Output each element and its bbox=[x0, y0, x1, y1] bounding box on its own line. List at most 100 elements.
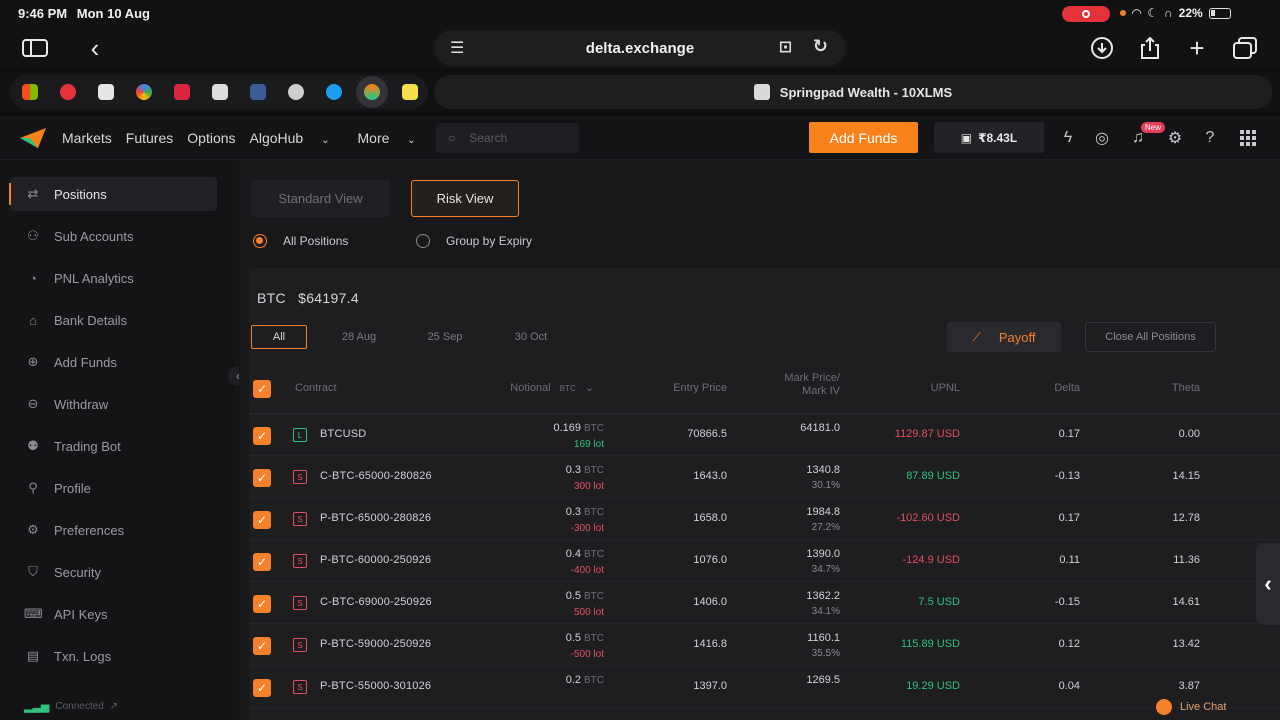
nav-futures[interactable]: Futures bbox=[126, 130, 173, 146]
nav-more[interactable]: More ⌄ bbox=[358, 130, 430, 146]
col-contract[interactable]: Contract bbox=[295, 382, 337, 395]
settings-icon[interactable]: ⚙ bbox=[1165, 128, 1185, 148]
expiry-tab-30oct[interactable]: 30 Oct bbox=[501, 325, 561, 349]
delta-tab-icon[interactable] bbox=[364, 84, 380, 100]
pinned-tab-icon[interactable] bbox=[98, 84, 114, 100]
sidebar-item-sub-accounts[interactable]: ⚇ Sub Accounts bbox=[10, 219, 217, 253]
microsoft-tab-icon[interactable] bbox=[22, 84, 38, 100]
reload-icon[interactable]: ↻ bbox=[813, 36, 828, 57]
expiry-tab-all[interactable]: All bbox=[251, 325, 307, 349]
close-all-positions-button[interactable]: Close All Positions bbox=[1085, 322, 1216, 352]
row-checkbox[interactable]: ✓ bbox=[253, 511, 271, 529]
delta-logo[interactable] bbox=[20, 128, 46, 148]
col-mark-price[interactable]: Mark Price/ Mark IV bbox=[784, 372, 840, 398]
table-row[interactable]: ✓ S C-BTC-65000-280826 0.3 BTC 300 lot 1643.0 1… bbox=[249, 456, 1280, 498]
nav-algohub[interactable]: AlgoHub ⌄ bbox=[250, 130, 344, 146]
add-funds-button[interactable]: Add Funds bbox=[809, 122, 918, 153]
youtube-tab-icon[interactable] bbox=[174, 84, 190, 100]
mark-iv: 34.1% bbox=[811, 606, 840, 617]
expand-panel-handle[interactable]: ‹ bbox=[1256, 543, 1280, 625]
table-row[interactable]: ✓ S C-BTC-69000-250926 0.5 BTC 500 lot 1406.0 1… bbox=[249, 582, 1280, 624]
table-row[interactable]: ✓ S P-BTC-59000-250926 0.5 BTC -500 lot 1416.8… bbox=[249, 624, 1280, 666]
row-checkbox[interactable]: ✓ bbox=[253, 427, 271, 445]
address-bar[interactable]: ☰ delta.exchange ⊡ ↻ bbox=[434, 30, 846, 66]
delta-value: 0.17 bbox=[1058, 428, 1080, 440]
positions-main: Standard View Risk View All Positions Gr… bbox=[239, 160, 1280, 720]
row-checkbox[interactable]: ✓ bbox=[253, 595, 271, 613]
download-icon[interactable] bbox=[1087, 33, 1117, 63]
reader-icon[interactable]: ⊡ bbox=[779, 37, 792, 57]
pinned-tab-icon[interactable] bbox=[288, 84, 304, 100]
sidebar-item-pnl-analytics[interactable]: ◔ PNL Analytics bbox=[10, 261, 217, 295]
sidebar-toggle-icon[interactable] bbox=[20, 33, 50, 63]
row-checkbox[interactable]: ✓ bbox=[253, 553, 271, 571]
payoff-button[interactable]: ⟋ Payoff bbox=[947, 322, 1061, 352]
sidebar-item-profile[interactable]: ⚲ Profile bbox=[10, 471, 217, 505]
entry-price: 1658.0 bbox=[693, 512, 727, 524]
nav-algohub-label: AlgoHub bbox=[249, 130, 304, 146]
contract-name[interactable]: C-BTC-65000-280826 bbox=[320, 470, 432, 482]
back-icon[interactable]: ‹ bbox=[80, 33, 110, 63]
page-settings-icon[interactable]: ☰ bbox=[450, 38, 464, 58]
sidebar-item-add-funds[interactable]: ⊕ Add Funds bbox=[10, 345, 217, 379]
sidebar-item-preferences[interactable]: ⚙ Preferences bbox=[10, 513, 217, 547]
pinned-tab-icon[interactable] bbox=[212, 84, 228, 100]
col-theta[interactable]: Theta bbox=[1172, 382, 1200, 395]
bolt-icon[interactable]: ϟ bbox=[1058, 128, 1078, 148]
expiry-tab-28aug[interactable]: 28 Aug bbox=[329, 325, 389, 349]
pinned-tab-icon[interactable] bbox=[60, 84, 76, 100]
expiry-tab-25sep[interactable]: 25 Sep bbox=[415, 325, 475, 349]
entry-price: 1406.0 bbox=[693, 596, 727, 608]
sidebar-item-bank-details[interactable]: ⌂ Bank Details bbox=[10, 303, 217, 337]
main-nav: Markets Futures Options AlgoHub ⌄ More ⌄ bbox=[62, 130, 444, 146]
share-icon[interactable] bbox=[1135, 33, 1165, 63]
contract-name[interactable]: P-BTC-59000-250926 bbox=[320, 638, 431, 650]
row-checkbox[interactable]: ✓ bbox=[253, 679, 271, 697]
wallet-balance-button[interactable]: ▣ ₹8.43L bbox=[934, 122, 1044, 153]
nav-markets[interactable]: Markets bbox=[62, 130, 112, 146]
table-row[interactable]: ✓ S P-BTC-60000-250926 0.4 BTC -400 lot 1076.0… bbox=[249, 540, 1280, 582]
contract-name[interactable]: BTCUSD bbox=[320, 428, 366, 440]
table-row[interactable]: ✓ S P-BTC-55000-301026 0.2 BTC 1397.0 1269.5 19… bbox=[249, 666, 1280, 708]
active-tab[interactable]: Springpad Wealth - 10XLMS bbox=[434, 75, 1272, 109]
sidebar-item-api-keys[interactable]: ⌨ API Keys bbox=[10, 597, 217, 631]
support-icon[interactable]: ◎ bbox=[1092, 128, 1112, 148]
apps-grid-icon[interactable] bbox=[1238, 128, 1258, 148]
row-checkbox[interactable]: ✓ bbox=[253, 637, 271, 655]
row-checkbox[interactable]: ✓ bbox=[253, 469, 271, 487]
tabs-overview-icon[interactable] bbox=[1230, 33, 1260, 63]
live-chat-button[interactable]: Live Chat bbox=[1156, 697, 1256, 717]
standard-view-button[interactable]: Standard View bbox=[251, 180, 390, 217]
pinned-tab-icon[interactable] bbox=[326, 84, 342, 100]
col-delta[interactable]: Delta bbox=[1054, 382, 1080, 395]
contract-name[interactable]: P-BTC-60000-250926 bbox=[320, 554, 431, 566]
col-notional[interactable]: Notional BTC ⌄ bbox=[510, 382, 594, 395]
pinned-tab-icon[interactable] bbox=[402, 84, 418, 100]
contract-name[interactable]: C-BTC-69000-250926 bbox=[320, 596, 432, 608]
wifi-icon: ◠ bbox=[1132, 6, 1142, 20]
sidebar-item-trading-bot[interactable]: ⚉ Trading Bot bbox=[10, 429, 217, 463]
group-by-expiry-radio[interactable]: Group by Expiry bbox=[416, 234, 532, 248]
all-positions-radio[interactable]: All Positions bbox=[253, 234, 348, 248]
table-row[interactable]: ✓ S P-BTC-65000-280826 0.3 BTC -300 lot 1658.0… bbox=[249, 498, 1280, 540]
asset-symbol: BTC bbox=[257, 290, 286, 306]
new-tab-icon[interactable]: + bbox=[1182, 33, 1212, 63]
sidebar-item-positions[interactable]: ⇄ Positions bbox=[9, 177, 217, 211]
screen-recording-indicator[interactable] bbox=[1062, 6, 1110, 22]
sidebar-item-txn-logs[interactable]: ▤ Txn. Logs bbox=[10, 639, 217, 673]
sidebar-item-withdraw[interactable]: ⊖ Withdraw bbox=[10, 387, 217, 421]
pinned-tab-icon[interactable] bbox=[250, 84, 266, 100]
search-input[interactable]: ○ Search bbox=[436, 123, 579, 153]
col-upnl[interactable]: UPNL bbox=[931, 382, 960, 395]
sidebar-item-security[interactable]: ⛉ Security bbox=[10, 555, 217, 589]
nav-options[interactable]: Options bbox=[187, 130, 235, 146]
pinned-tab-icon[interactable] bbox=[136, 84, 152, 100]
col-entry-price[interactable]: Entry Price bbox=[673, 382, 727, 395]
select-all-checkbox[interactable]: ✓ bbox=[253, 380, 271, 398]
contract-name[interactable]: P-BTC-55000-301026 bbox=[320, 680, 431, 692]
contract-name[interactable]: P-BTC-65000-280826 bbox=[320, 512, 431, 524]
external-link-icon[interactable]: ↗ bbox=[110, 701, 118, 712]
risk-view-button[interactable]: Risk View bbox=[411, 180, 519, 217]
table-row[interactable]: ✓ L BTCUSD 0.169 BTC 169 lot 70866.5 64181.0 112… bbox=[249, 414, 1280, 456]
help-icon[interactable]: ? bbox=[1200, 128, 1220, 148]
